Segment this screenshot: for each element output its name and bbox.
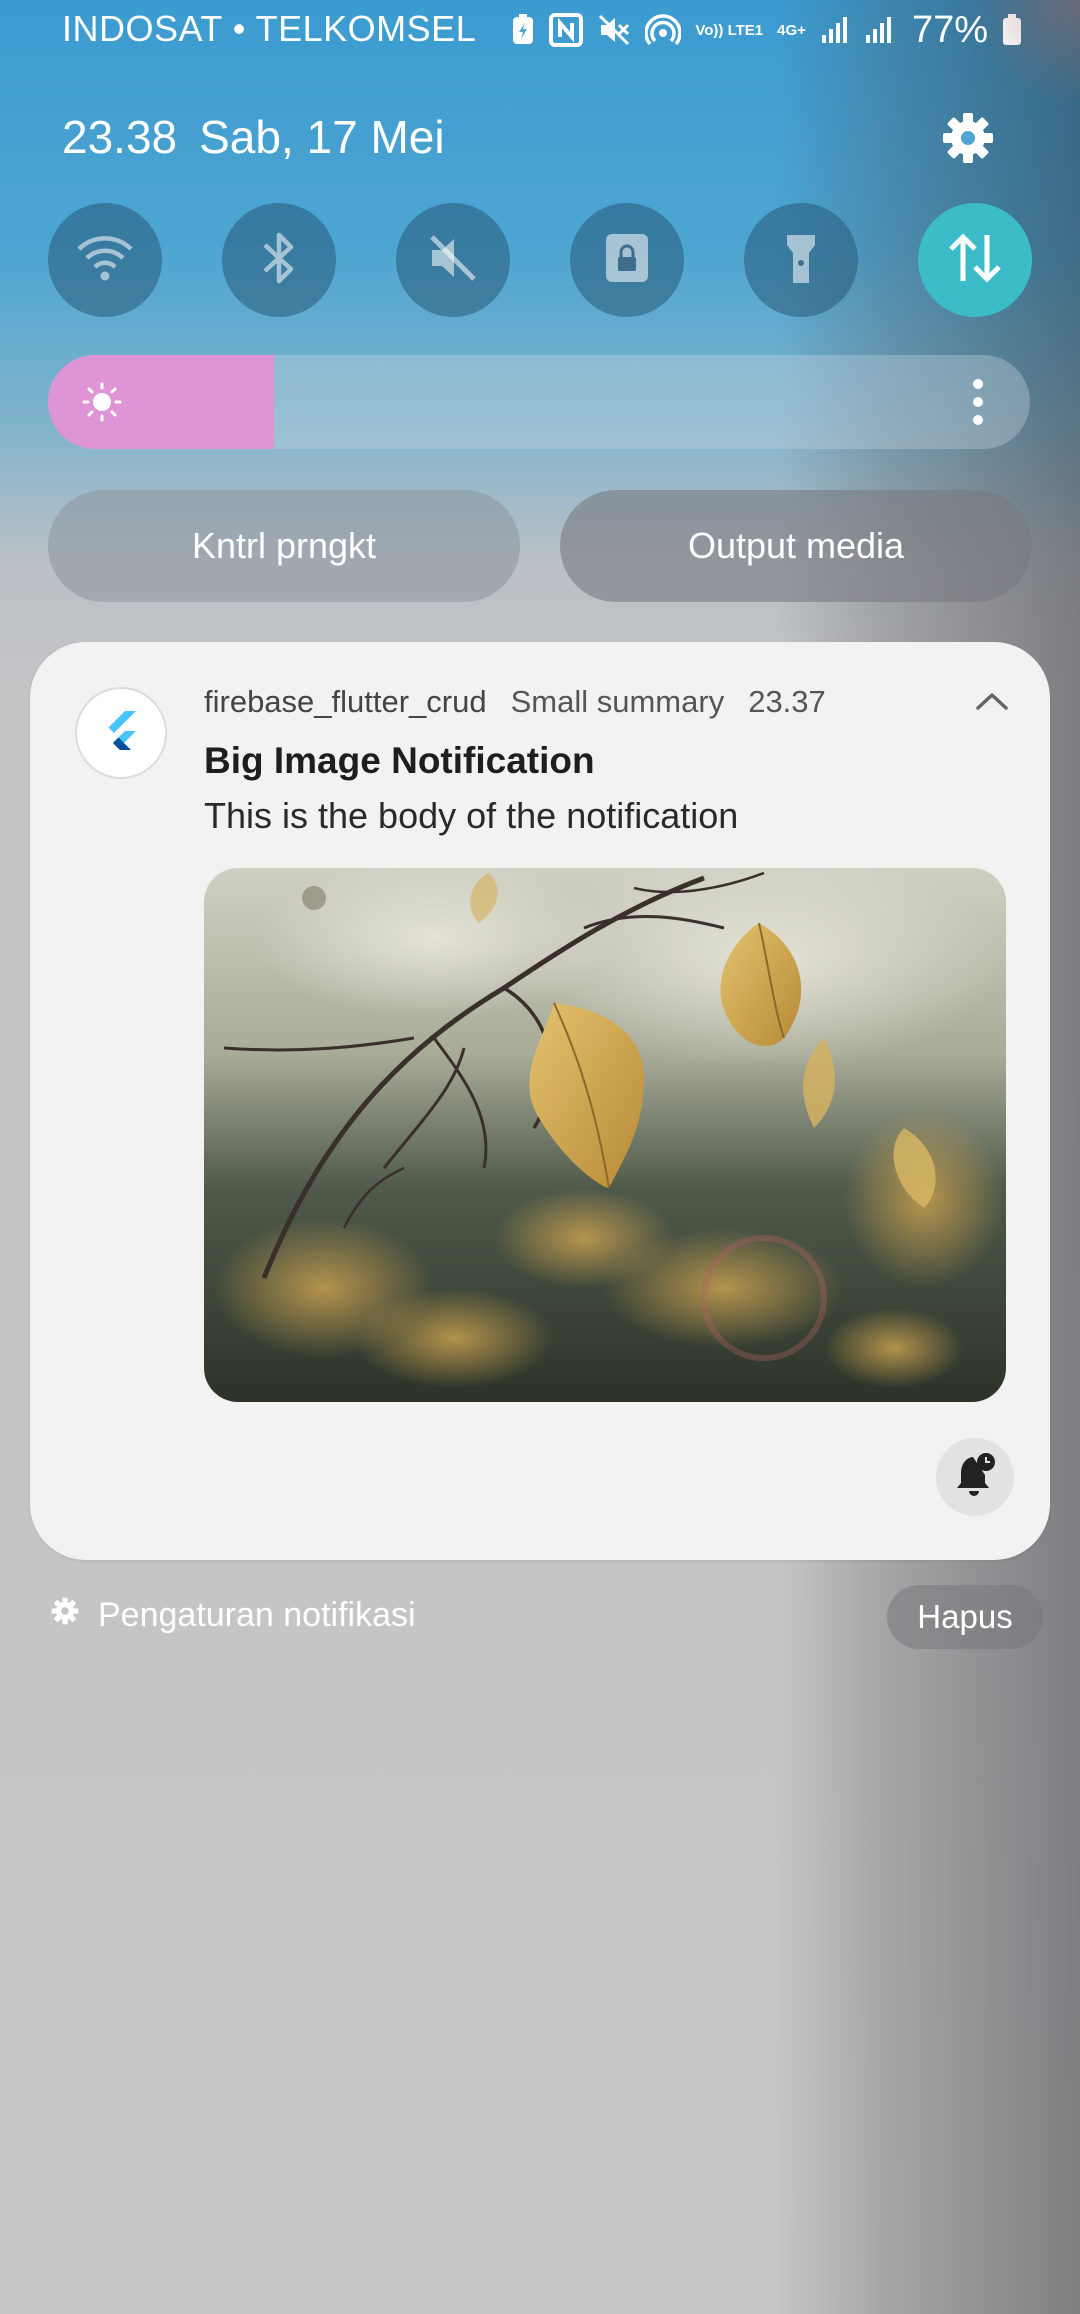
wifi-toggle[interactable] (48, 203, 162, 317)
notification-header: firebase_flutter_crud Small summary 23.3… (204, 684, 826, 720)
signal-icon (864, 15, 894, 45)
battery-percentage: 77% (911, 8, 988, 51)
wifi-icon (75, 233, 135, 288)
media-output-button[interactable]: Output media (560, 490, 1032, 602)
mute-icon (597, 13, 631, 47)
nfc-icon (549, 13, 584, 47)
notification-settings-link[interactable]: Pengaturan notifikasi (50, 1596, 416, 1635)
flashlight-icon (781, 229, 821, 292)
clock-date[interactable]: Sab, 17 Mei (199, 110, 444, 164)
bluetooth-icon (259, 229, 299, 292)
lock-icon (602, 231, 652, 290)
quick-toggles (48, 203, 1032, 317)
notification-summary: Small summary (510, 684, 725, 719)
sound-toggle[interactable] (396, 203, 510, 317)
settings-button[interactable] (940, 110, 996, 166)
gear-icon (50, 1596, 80, 1635)
brightness-slider[interactable] (48, 355, 1030, 449)
notification-big-image[interactable] (204, 868, 1006, 1402)
signal-icon (820, 15, 850, 45)
sun-icon (82, 382, 122, 427)
mobile-data-toggle[interactable] (918, 203, 1032, 317)
app-name: firebase_flutter_crud (204, 684, 487, 719)
network-type: 4G+ (777, 21, 806, 39)
status-icons: Vo)) LTE1 4G+ 77% (511, 8, 1022, 52)
snooze-button[interactable] (936, 1438, 1014, 1516)
notification-shade: INDOSAT • TELKOMSEL Vo)) LTE1 4G+ 77% 23… (0, 0, 1080, 2314)
flutter-logo-icon (103, 709, 139, 758)
app-icon (75, 687, 167, 779)
notification-body: This is the body of the notification (204, 795, 739, 836)
data-transfer-icon (945, 229, 1005, 292)
notification-title: Big Image Notification (204, 740, 595, 781)
flashlight-toggle[interactable] (744, 203, 858, 317)
snooze-bell-icon (953, 1451, 997, 1504)
notification-card[interactable]: firebase_flutter_crud Small summary 23.3… (30, 642, 1050, 1560)
battery-saver-icon (511, 14, 535, 46)
bluetooth-toggle[interactable] (222, 203, 336, 317)
chevron-up-icon[interactable] (974, 690, 1010, 717)
mute-icon (426, 231, 480, 290)
clock-time[interactable]: 23.38 (62, 110, 177, 164)
battery-icon (1002, 14, 1022, 46)
notification-time: 23.37 (748, 684, 826, 719)
volte-indicator: Vo)) LTE1 (695, 21, 764, 39)
clock-row: 23.38 Sab, 17 Mei (62, 110, 445, 164)
status-bar: INDOSAT • TELKOMSEL Vo)) LTE1 4G+ 77% (0, 0, 1080, 62)
more-vertical-icon[interactable] (972, 377, 984, 432)
rotation-lock-toggle[interactable] (570, 203, 684, 317)
hotspot-icon (645, 13, 682, 47)
carrier-label: INDOSAT • TELKOMSEL (62, 8, 477, 49)
device-control-button[interactable]: Kntrl prngkt (48, 490, 520, 602)
clear-all-button[interactable]: Hapus (887, 1585, 1043, 1649)
notification-settings-label: Pengaturan notifikasi (98, 1596, 416, 1634)
gear-icon (940, 113, 996, 170)
